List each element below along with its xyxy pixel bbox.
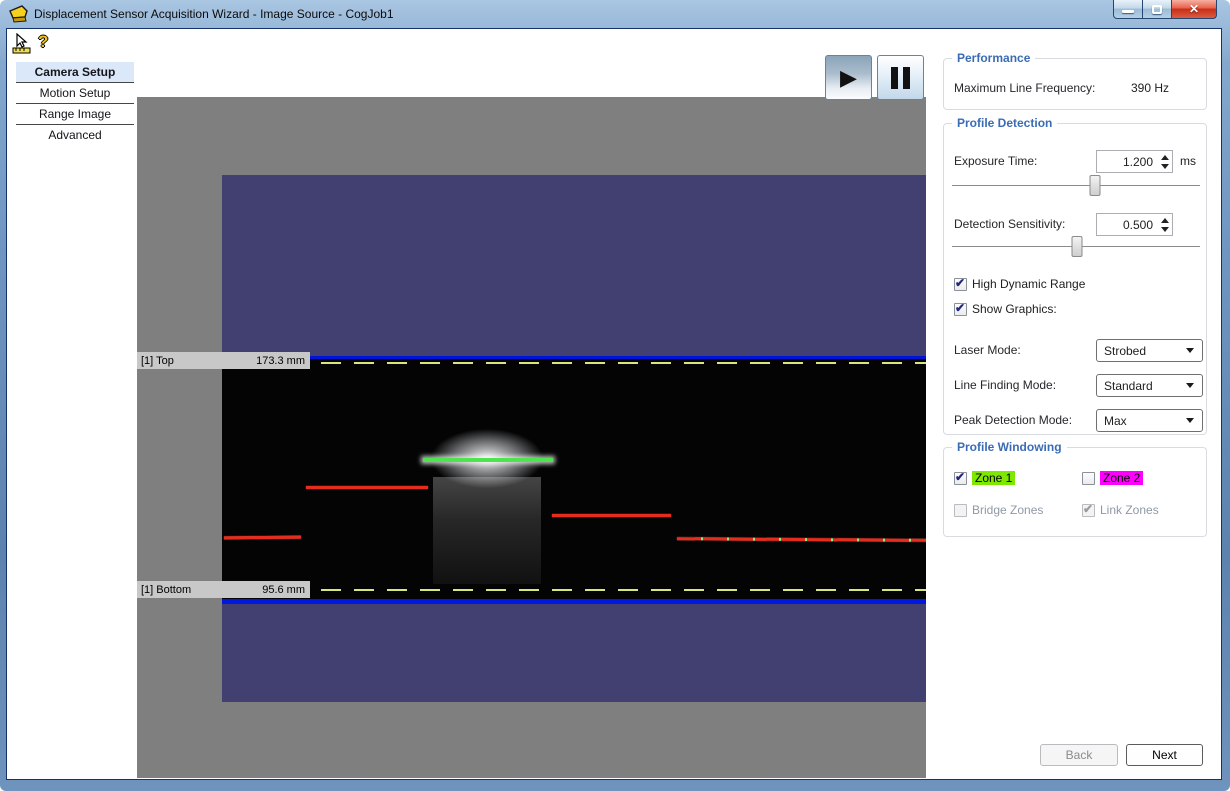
minimize-icon <box>1122 10 1134 13</box>
chevron-down-icon <box>1186 348 1194 353</box>
checkbox-box: ✔ <box>954 504 967 517</box>
measurement-band <box>222 359 926 599</box>
slider-track <box>952 185 1200 186</box>
checkbox-box[interactable]: ✔ <box>954 303 967 316</box>
zone2-checkbox[interactable]: ✔ Zone 2 <box>1082 470 1143 486</box>
spin-up-icon[interactable] <box>1161 218 1169 223</box>
chevron-down-icon <box>1186 418 1194 423</box>
spin-down-icon[interactable] <box>1161 164 1169 169</box>
play-button[interactable]: ▶ <box>825 55 872 100</box>
maximize-button[interactable] <box>1143 0 1171 19</box>
checkbox-box[interactable]: ✔ <box>954 278 967 291</box>
checkbox-box[interactable]: ✔ <box>1082 472 1095 485</box>
laser-line-green <box>423 458 553 462</box>
peak-detection-mode-select[interactable]: Max <box>1096 409 1203 432</box>
nav-item-range-image[interactable]: Range Image <box>16 104 134 124</box>
laser-segment <box>677 537 926 542</box>
window-controls: ✕ <box>1113 0 1217 19</box>
group-title: Performance <box>952 51 1035 65</box>
close-icon: ✕ <box>1189 2 1199 16</box>
pause-button[interactable] <box>877 55 924 100</box>
checkbox-box: ✔ <box>1082 504 1095 517</box>
zone1-checkbox[interactable]: ✔ Zone 1 <box>954 470 1015 486</box>
out-of-range-band-top <box>222 175 926 356</box>
chevron-down-icon <box>1186 383 1194 388</box>
profile-windowing-group: Profile Windowing ✔ Zone 1 ✔ Zone 2 ✔ Br… <box>943 447 1207 537</box>
max-line-frequency-value: 390 Hz <box>1131 77 1169 100</box>
laser-segment <box>224 536 301 540</box>
wizard-nav: Camera Setup Motion Setup Range Image Ad… <box>16 62 134 145</box>
out-of-range-band-bottom <box>222 604 926 702</box>
laser-segment <box>306 486 428 489</box>
pause-icon <box>891 67 910 89</box>
window-title: Displacement Sensor Acquisition Wizard -… <box>34 7 394 21</box>
play-icon: ▶ <box>840 67 857 89</box>
group-title: Profile Windowing <box>952 440 1067 454</box>
detection-sensitivity-label: Detection Sensitivity: <box>954 213 1065 236</box>
high-dynamic-range-checkbox[interactable]: ✔ High Dynamic Range <box>954 276 1085 292</box>
detection-sensitivity-slider[interactable] <box>952 236 1200 258</box>
nav-item-camera-setup[interactable]: Camera Setup <box>16 62 134 82</box>
spin-down-icon[interactable] <box>1161 227 1169 232</box>
sensor-profile-image <box>222 175 926 702</box>
zone-top-label: [1] Top 173.3 mm <box>137 352 310 369</box>
bridge-zones-checkbox: ✔ Bridge Zones <box>954 502 1043 518</box>
close-button[interactable]: ✕ <box>1171 0 1217 19</box>
exposure-unit-label: ms <box>1180 150 1196 173</box>
back-button: Back <box>1040 744 1118 766</box>
group-title: Profile Detection <box>952 116 1057 130</box>
max-line-frequency-label: Maximum Line Frequency: <box>954 77 1095 100</box>
exposure-time-input[interactable]: 1.200 <box>1096 150 1173 173</box>
maximize-icon <box>1152 5 1162 14</box>
next-button[interactable]: Next <box>1126 744 1203 766</box>
sensitivity-spinner[interactable] <box>1157 214 1172 235</box>
line-finding-mode-label: Line Finding Mode: <box>954 374 1056 397</box>
exposure-spinner[interactable] <box>1157 151 1172 172</box>
spin-up-icon[interactable] <box>1161 155 1169 160</box>
help-icon[interactable]: ? <box>38 32 48 52</box>
performance-group: Performance Maximum Line Frequency: 390 … <box>943 58 1207 110</box>
measure-tool-icon[interactable] <box>12 33 34 54</box>
exposure-time-slider[interactable] <box>952 175 1200 197</box>
zone-bottom-label: [1] Bottom 95.6 mm <box>137 581 310 598</box>
zone2-label: Zone 2 <box>1100 471 1143 485</box>
show-graphics-checkbox[interactable]: ✔ Show Graphics: <box>954 301 1057 317</box>
laser-segment <box>552 514 671 517</box>
profile-detection-group: Profile Detection Exposure Time: 1.200 m… <box>943 123 1207 435</box>
laser-mode-select[interactable]: Strobed <box>1096 339 1203 362</box>
app-icon <box>9 5 29 23</box>
detection-sensitivity-input[interactable]: 0.500 <box>1096 213 1173 236</box>
peak-detection-mode-label: Peak Detection Mode: <box>954 409 1072 432</box>
zone-top-dashed-line <box>222 362 926 364</box>
nav-item-advanced[interactable]: Advanced <box>16 125 134 145</box>
zone-bottom-dashed-line <box>222 589 926 591</box>
link-zones-checkbox: ✔ Link Zones <box>1082 502 1159 518</box>
image-stage[interactable]: [1] Top 173.3 mm [1] Bottom 95.6 mm <box>137 97 926 778</box>
laser-glow <box>412 419 562 591</box>
slider-thumb[interactable] <box>1089 175 1100 196</box>
exposure-time-label: Exposure Time: <box>954 150 1037 173</box>
checkbox-box[interactable]: ✔ <box>954 472 967 485</box>
zone1-label: Zone 1 <box>972 471 1015 485</box>
line-finding-mode-select[interactable]: Standard <box>1096 374 1203 397</box>
minimize-button[interactable] <box>1113 0 1143 19</box>
laser-mode-label: Laser Mode: <box>954 339 1021 362</box>
nav-item-motion-setup[interactable]: Motion Setup <box>16 83 134 103</box>
slider-thumb[interactable] <box>1072 236 1083 257</box>
titlebar[interactable]: Displacement Sensor Acquisition Wizard -… <box>0 0 1230 28</box>
